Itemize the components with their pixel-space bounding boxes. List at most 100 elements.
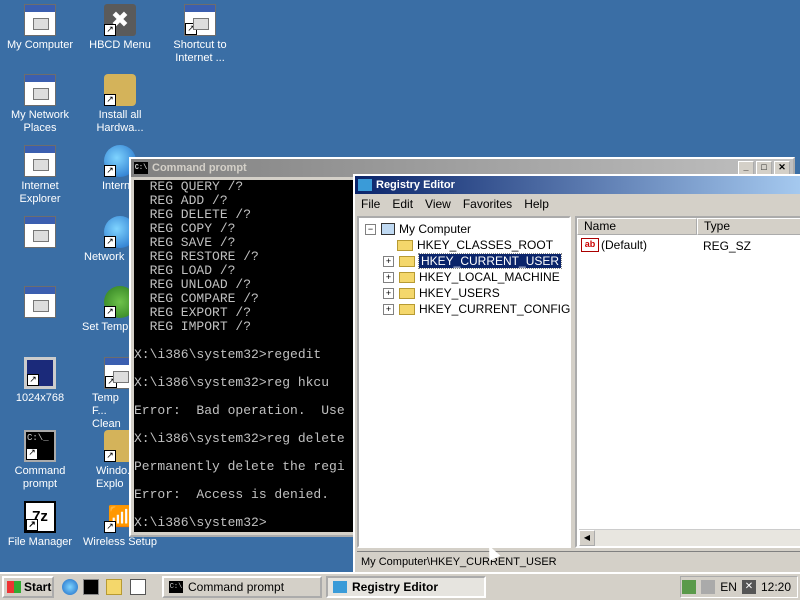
close-button[interactable]: ✕ <box>774 161 790 175</box>
desktop-icon-my-network-places[interactable]: My Network Places <box>0 74 80 135</box>
network-places-icon <box>24 74 56 106</box>
document-icon <box>24 286 56 318</box>
desktop-icon-file-manager[interactable]: 7z ↗ File Manager <box>0 501 80 549</box>
icon-label: Windo... Explo <box>96 465 137 490</box>
regedit-title: Registry Editor <box>376 179 455 191</box>
string-value-icon: ab <box>581 238 599 252</box>
tree-key-label-selected: HKEY_CURRENT_USER <box>417 253 563 269</box>
horizontal-scrollbar[interactable]: ◀ <box>579 529 800 546</box>
value-name: (Default) <box>601 238 648 252</box>
value-type: REG_SZ <box>703 239 752 253</box>
internet-explorer-icon <box>24 145 56 177</box>
expand-icon[interactable]: + <box>383 287 394 299</box>
folder-open-icon <box>399 255 415 267</box>
taskbar: Start C:\ Command prompt Registry Editor… <box>0 572 800 600</box>
tools-icon: ✖ ↗ <box>104 4 136 36</box>
scroll-left-icon[interactable]: ◀ <box>579 530 595 546</box>
column-header-name[interactable]: Name <box>577 218 697 235</box>
language-indicator[interactable]: EN <box>720 580 737 594</box>
desktop-icon-shortcut-internet[interactable]: ↗ Shortcut to Internet ... <box>160 4 240 65</box>
desktop-icon-hbcd-menu[interactable]: ✖ ↗ HBCD Menu <box>80 4 160 52</box>
icon-label: Internet Explorer <box>19 180 61 205</box>
desktop-icon-command-prompt[interactable]: C:\_ ↗ Command prompt <box>0 430 80 491</box>
column-header-type[interactable]: Type <box>697 218 800 235</box>
task-label: Command prompt <box>188 580 285 594</box>
tree-key-hkcc[interactable]: + HKEY_CURRENT_CONFIG <box>383 301 570 317</box>
menu-bar: File Edit View Favorites Help <box>355 194 800 214</box>
safely-remove-icon[interactable] <box>701 580 716 594</box>
start-label: Start <box>24 580 52 594</box>
my-computer-icon <box>24 4 56 36</box>
desktop-icon-internet-explorer[interactable]: Internet Explorer <box>0 145 80 206</box>
icon-label: Shortcut to Internet ... <box>173 39 227 64</box>
tree-root-label: My Computer <box>399 222 472 236</box>
menu-favorites[interactable]: Favorites <box>457 197 518 211</box>
menu-view[interactable]: View <box>419 197 457 211</box>
quicklaunch-folder-icon[interactable] <box>106 579 122 595</box>
document-icon: ↗ <box>184 4 216 36</box>
icon-label: Temp F... Clean <box>92 392 121 430</box>
folder-icon <box>399 287 415 299</box>
icon-label: Command prompt <box>14 465 66 490</box>
quicklaunch-cmd-icon[interactable] <box>83 579 99 595</box>
monitor-icon: ↗ <box>24 357 56 389</box>
menu-file[interactable]: File <box>355 197 386 211</box>
taskbar-button-command-prompt[interactable]: C:\ Command prompt <box>162 576 322 598</box>
folder-icon <box>397 239 413 251</box>
7zip-icon: 7z ↗ <box>24 501 56 533</box>
status-bar: My Computer\HKEY_CURRENT_USER <box>357 551 800 572</box>
menu-edit[interactable]: Edit <box>386 197 419 211</box>
network-tray-icon[interactable]: ✕ <box>741 580 756 594</box>
value-list[interactable]: Name Type ab (Default) REG_SZ ◀ <box>575 216 800 548</box>
quicklaunch-window-icon[interactable] <box>130 579 146 595</box>
desktop-icon-my-computer[interactable]: My Computer <box>0 4 80 52</box>
icon-label: HBCD Menu <box>89 39 151 51</box>
tree-key-label: HKEY_USERS <box>419 286 500 300</box>
expand-icon[interactable]: + <box>383 255 394 267</box>
icon-label: 1024x768 <box>15 392 65 404</box>
maximize-button[interactable]: □ <box>756 161 772 175</box>
tree-key-hkcu[interactable]: + HKEY_CURRENT_USER <box>383 253 563 269</box>
minimize-button[interactable]: _ <box>738 161 754 175</box>
icon-label: File Manager <box>7 536 73 548</box>
regedit-app-icon <box>358 179 372 191</box>
start-button[interactable]: Start <box>2 576 54 598</box>
folder-icon <box>399 271 415 283</box>
system-tray: EN ✕ 12:20 <box>680 576 798 598</box>
cmd-small-icon: C:\ <box>169 581 183 593</box>
clock[interactable]: 12:20 <box>761 580 791 594</box>
cmd-title: Command prompt <box>152 162 247 174</box>
tree-key-hku[interactable]: + HKEY_USERS <box>383 285 500 301</box>
hardware-tray-icon[interactable] <box>682 580 697 594</box>
collapse-icon[interactable]: − <box>365 223 376 235</box>
expand-icon[interactable]: + <box>383 303 394 315</box>
desktop-icon-blank[interactable] <box>0 216 80 251</box>
taskbar-button-registry-editor[interactable]: Registry Editor <box>326 576 486 598</box>
command-prompt-icon: C:\_ ↗ <box>24 430 56 462</box>
windows-logo-icon <box>7 581 21 593</box>
desktop-icon-blank-2[interactable] <box>0 286 80 321</box>
value-row[interactable]: ab (Default) <box>581 238 647 252</box>
tree-root[interactable]: − My Computer <box>365 221 471 237</box>
icon-label: Wireless Setup <box>83 536 157 548</box>
regedit-small-icon <box>333 581 347 593</box>
tree-key-label: HKEY_CLASSES_ROOT <box>417 238 554 252</box>
expand-icon[interactable]: + <box>383 271 394 283</box>
computer-icon <box>381 223 395 235</box>
tree-key-label: HKEY_LOCAL_MACHINE <box>419 270 560 284</box>
key-tree[interactable]: − My Computer HKEY_CLASSES_ROOT + HKEY_C… <box>357 216 571 548</box>
cmd-window-icon: C:\ <box>134 162 148 174</box>
task-label: Registry Editor <box>352 580 439 594</box>
tree-key-label: HKEY_CURRENT_CONFIG <box>419 302 571 316</box>
regedit-titlebar[interactable]: Registry Editor <box>355 176 800 194</box>
desktop-icon-1024x768[interactable]: ↗ 1024x768 <box>0 357 80 405</box>
hardware-icon: ↗ <box>104 74 136 106</box>
menu-help[interactable]: Help <box>518 197 555 211</box>
icon-label: My Network Places <box>10 109 70 134</box>
tree-key-hkcr[interactable]: HKEY_CLASSES_ROOT <box>383 237 553 253</box>
tree-key-hklm[interactable]: + HKEY_LOCAL_MACHINE <box>383 269 560 285</box>
registry-editor-window[interactable]: Registry Editor File Edit View Favorites… <box>353 174 800 574</box>
desktop-icon-install-hardware[interactable]: ↗ Install all Hardwa... <box>80 74 160 135</box>
quicklaunch-ie-icon[interactable] <box>62 579 78 595</box>
